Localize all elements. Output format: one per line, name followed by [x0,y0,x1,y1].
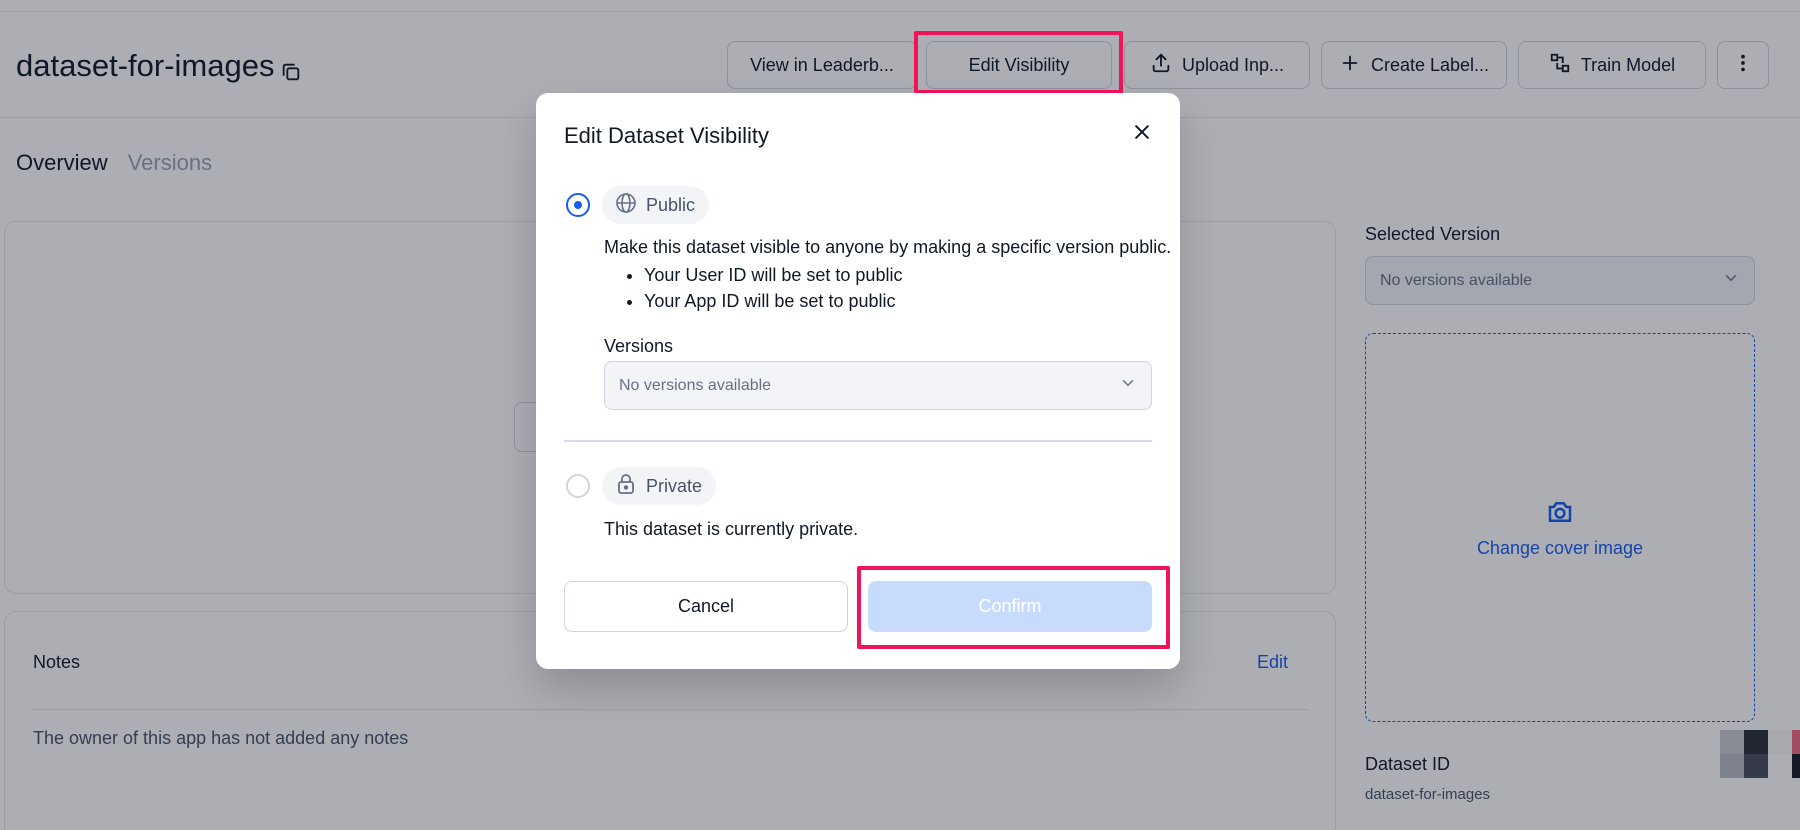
public-radio[interactable] [566,193,590,217]
private-description: This dataset is currently private. [604,519,859,539]
private-label: Private [646,475,703,496]
public-chip[interactable]: Public [602,186,710,224]
private-chip[interactable]: Private [602,467,717,505]
public-label: Public [646,194,696,215]
close-icon [1132,122,1152,147]
public-description: Make this dataset visible to anyone by m… [604,237,1172,257]
chevron-down-icon [1119,374,1137,397]
close-button[interactable] [1129,121,1155,147]
cancel-button[interactable]: Cancel [564,581,848,632]
versions-label: Versions [604,336,674,356]
globe-icon [614,191,638,220]
versions-select[interactable]: No versions available [604,361,1152,410]
public-bullets: Your User ID will be set to public Your … [644,262,902,314]
modal-divider [564,440,1152,442]
bullet-user-id: Your User ID will be set to public [644,262,902,288]
versions-select-value: No versions available [619,376,772,394]
lock-icon [614,472,638,501]
confirm-button[interactable]: Confirm [868,581,1152,632]
modal-title: Edit Dataset Visibility [564,123,770,148]
bullet-app-id: Your App ID will be set to public [644,288,902,314]
edit-visibility-modal: Edit Dataset Visibility Public Make this… [536,93,1180,669]
private-radio[interactable] [566,474,590,498]
